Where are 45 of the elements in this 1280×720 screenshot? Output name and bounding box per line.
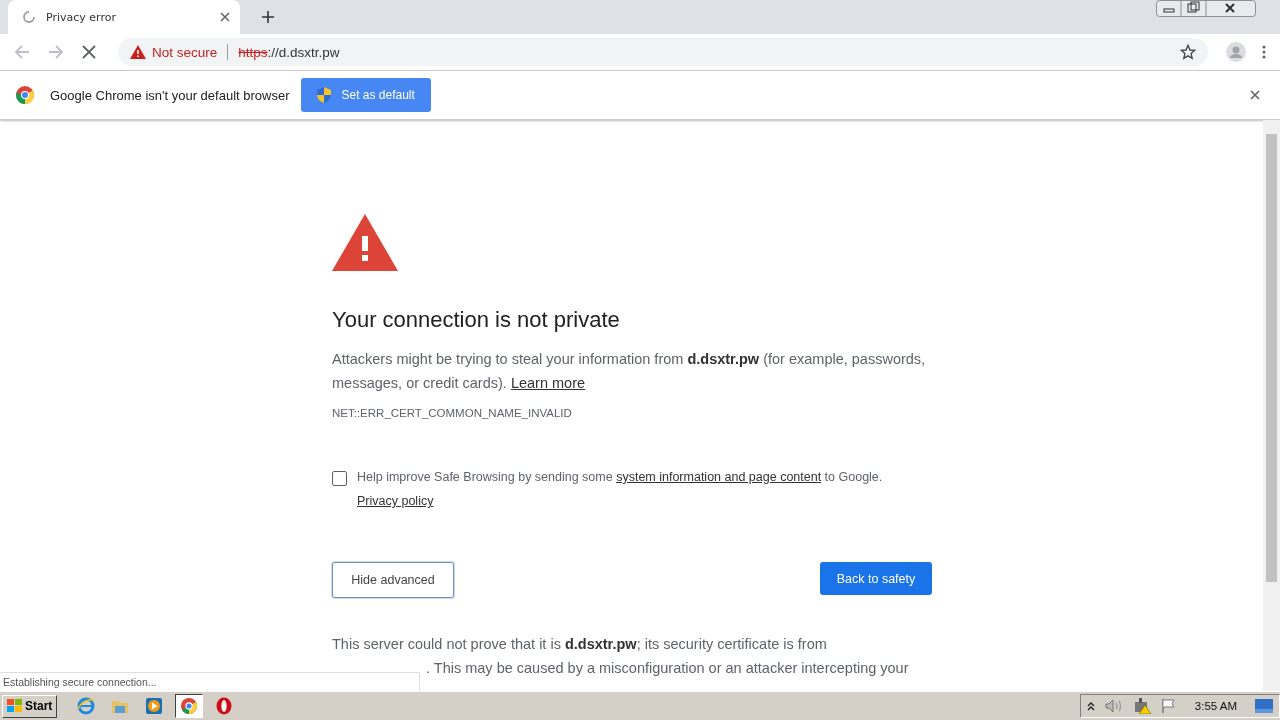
status-bubble: Establishing secure connection... <box>0 672 420 691</box>
window-controls-drawing[interactable] <box>1156 0 1256 17</box>
folder-icon <box>111 698 130 714</box>
scrollbar[interactable] <box>1263 120 1280 691</box>
flag-icon[interactable] <box>1160 698 1177 714</box>
start-button[interactable]: Start <box>2 694 58 718</box>
privacy-policy-link[interactable]: Privacy policy <box>357 494 434 508</box>
warning-icon <box>130 45 146 59</box>
windows-logo-icon <box>7 699 23 713</box>
stop-icon[interactable] <box>82 45 96 59</box>
shield-icon <box>317 87 332 103</box>
checkbox[interactable] <box>332 471 347 486</box>
browser-logo-icon <box>16 86 34 104</box>
tray-expand-icon[interactable] <box>1086 701 1095 711</box>
hide-advanced-button[interactable]: Hide advanced <box>332 562 454 598</box>
globe-e-icon <box>77 697 96 715</box>
error-code: NET::ERR_CERT_COMMON_NAME_INVALID <box>332 407 572 419</box>
page-heading: Your connection is not private <box>332 307 620 333</box>
opt-in-text: Help improve Safe Browsing by sending some system information and page content to Google. Privacy policy <box>357 469 883 510</box>
details-text: . This may be caused by a misconfiguration or an attacker intercepting your <box>426 659 909 678</box>
new-tab-icon[interactable] <box>262 11 274 23</box>
clock: 3:55 AM <box>1194 700 1237 712</box>
browser-taskbar-button[interactable] <box>175 694 204 718</box>
play-icon <box>146 698 163 714</box>
learn-more-link[interactable]: Learn more <box>510 375 586 391</box>
close-icon[interactable] <box>220 12 230 22</box>
warning-text: Attackers might be trying to steal your information from d.dsxtr.pw (for example, passwords, messages, or credit cards). Learn more <box>332 350 927 393</box>
close-icon[interactable] <box>1250 90 1260 100</box>
opera-o-icon <box>216 697 233 715</box>
tab-title: Privacy error <box>46 10 117 24</box>
browser-tab[interactable]: Privacy error <box>8 0 240 34</box>
browser-logo-icon <box>181 698 198 714</box>
url-text: https://d.dsxtr.pw <box>238 44 341 60</box>
warning-icon <box>332 214 398 271</box>
back-to-safety-button[interactable]: Back to safety <box>820 562 932 595</box>
speaker-icon[interactable] <box>1104 699 1123 713</box>
security-label: Not secure <box>152 44 218 60</box>
star-icon[interactable] <box>1180 44 1196 60</box>
scrollbar-thumb[interactable] <box>1266 134 1277 582</box>
network-warning-icon[interactable] <box>1132 698 1151 714</box>
system-info-link[interactable]: system information and page content <box>616 470 822 484</box>
details-text: This server could not prove that it is d.dsxtr.pw; its security certificate is from <box>332 635 827 654</box>
infobar-message: Google Chrome isn't your default browser <box>50 87 290 103</box>
address-bar[interactable]: Not secure https://d.dsxtr.pw <box>118 38 1208 66</box>
menu-icon[interactable] <box>1262 45 1266 59</box>
